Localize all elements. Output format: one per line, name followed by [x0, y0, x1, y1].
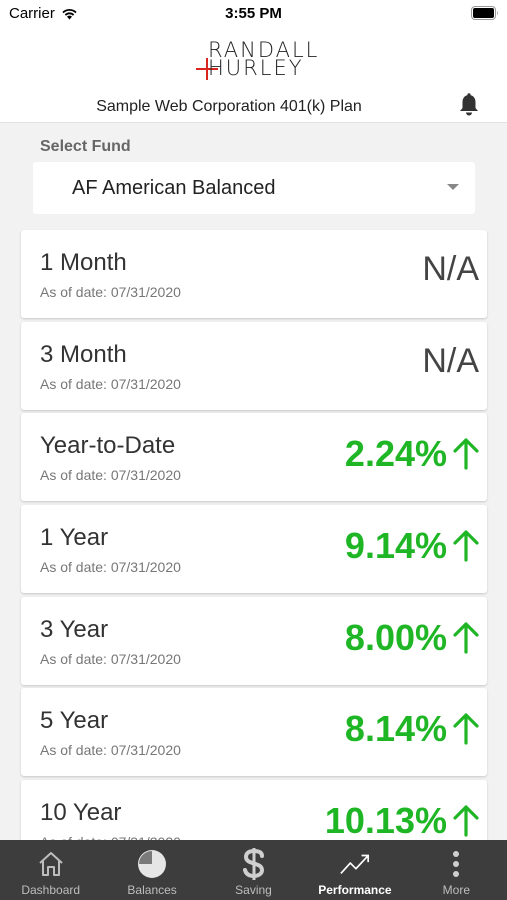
arrow-up-icon [453, 438, 479, 470]
logo-line-2: HURLEY [208, 56, 304, 80]
performance-card-3-year: 3 Year As of date: 07/31/2020 8.00% [21, 597, 487, 685]
period-return: N/A [422, 250, 479, 288]
dollar-icon [238, 848, 270, 880]
fund-dropdown-value: AF American Balanced [72, 177, 276, 199]
period-title: 1 Year [40, 524, 109, 551]
tab-saving-label: Saving [235, 883, 272, 897]
performance-card-1-year: 1 Year As of date: 07/31/2020 9.14% [21, 505, 487, 593]
bottom-tab-bar: Dashboard Balances Saving Performance Mo… [0, 840, 507, 900]
as-of-date: As of date: 07/31/2020 [40, 651, 181, 667]
tab-more-label: More [442, 883, 470, 897]
period-title: 1 Month [40, 249, 127, 276]
status-bar: Carrier 3:55 PM [0, 0, 507, 28]
tab-saving[interactable]: Saving [203, 840, 304, 900]
tab-more[interactable]: More [406, 840, 507, 900]
home-icon [35, 848, 67, 880]
performance-card-1-month: 1 Month As of date: 07/31/2020 N/A [21, 230, 487, 318]
as-of-date: As of date: 07/31/2020 [40, 376, 181, 392]
performance-card-3-month: 3 Month As of date: 07/31/2020 N/A [21, 322, 487, 410]
period-title: 3 Month [40, 341, 127, 368]
period-return: 9.14% [344, 525, 447, 566]
battery-icon [471, 6, 498, 20]
arrow-up-icon [453, 622, 479, 654]
trend-line-icon [339, 848, 371, 880]
fund-dropdown[interactable]: AF American Balanced [33, 162, 475, 214]
tab-balances-label: Balances [127, 883, 177, 897]
period-title: 5 Year [40, 707, 109, 734]
as-of-date: As of date: 07/31/2020 [40, 559, 181, 575]
select-fund-label: Select Fund [40, 138, 131, 155]
as-of-date: As of date: 07/31/2020 [40, 284, 181, 300]
tab-balances[interactable]: Balances [101, 840, 202, 900]
tab-dashboard-label: Dashboard [21, 883, 81, 897]
pie-chart-icon [136, 848, 168, 880]
performance-card-ytd: Year-to-Date As of date: 07/31/2020 2.24… [21, 413, 487, 501]
period-title: 10 Year [40, 799, 122, 826]
period-return: 10.13% [324, 800, 447, 841]
caret-down-icon [447, 184, 459, 190]
arrow-up-icon [453, 805, 479, 837]
tab-performance[interactable]: Performance [304, 840, 405, 900]
period-title: Year-to-Date [40, 432, 176, 459]
as-of-date: As of date: 07/31/2020 [40, 467, 181, 483]
more-vertical-icon [440, 848, 472, 880]
as-of-date: As of date: 07/31/2020 [40, 742, 181, 758]
brand-logo: RANDALL HURLEY [196, 40, 317, 80]
performance-card-5-year: 5 Year As of date: 07/31/2020 8.14% [21, 688, 487, 776]
period-title: 3 Year [40, 616, 109, 643]
notification-bell-icon[interactable] [458, 93, 480, 117]
period-return: 8.00% [344, 617, 447, 658]
period-return: N/A [422, 342, 479, 380]
plan-name: Sample Web Corporation 401(k) Plan [96, 98, 362, 115]
arrow-up-icon [453, 530, 479, 562]
period-return: 2.24% [344, 433, 447, 474]
tab-performance-label: Performance [318, 883, 392, 897]
status-time: 3:55 PM [225, 5, 282, 22]
period-return: 8.14% [344, 708, 447, 749]
arrow-up-icon [453, 713, 479, 745]
tab-dashboard[interactable]: Dashboard [0, 840, 101, 900]
app-header: RANDALL HURLEY Sample Web Corporation 40… [0, 28, 507, 123]
